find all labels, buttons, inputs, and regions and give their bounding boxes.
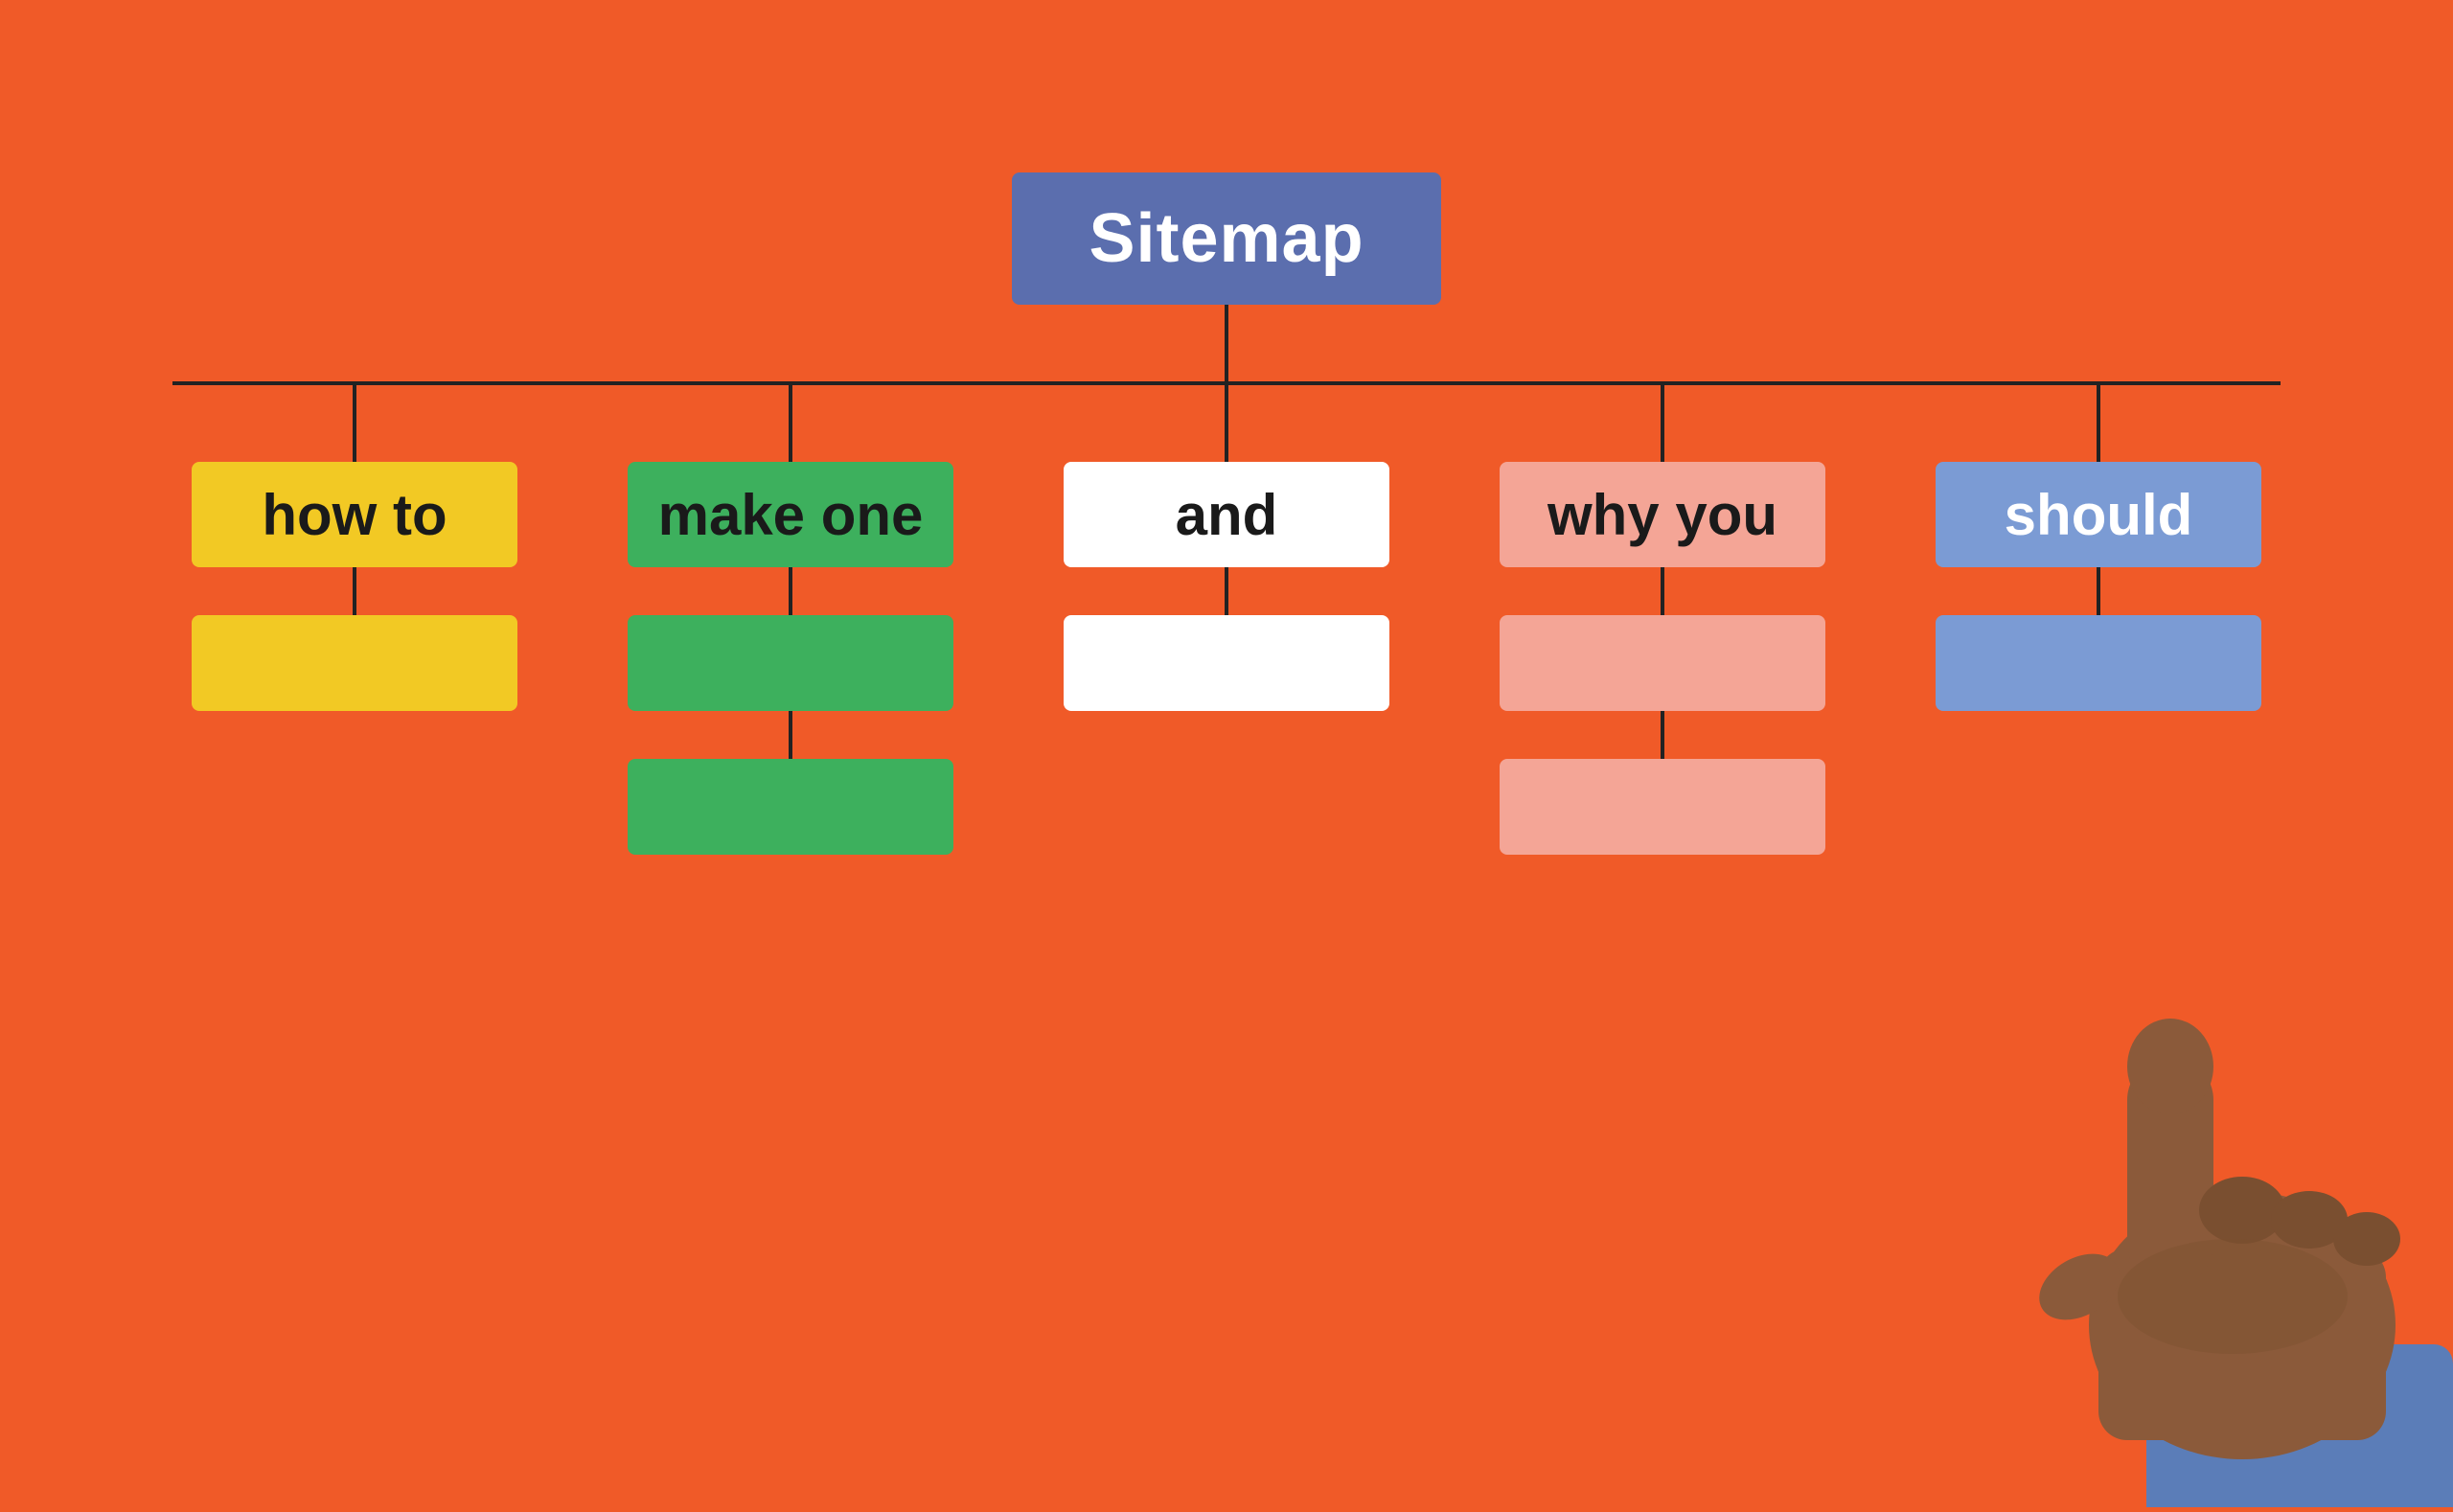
child-box-how-to: how to xyxy=(192,462,517,567)
child-box-and: and xyxy=(1064,462,1389,567)
branch-connector-2 xyxy=(789,385,792,462)
sub-children-5 xyxy=(1936,567,2261,711)
sub-conn-4-2 xyxy=(1661,711,1664,759)
horizontal-line-wrapper xyxy=(172,381,2281,385)
branch-how-to: how to xyxy=(172,385,537,711)
sub-conn-4-1 xyxy=(1661,567,1664,615)
horizontal-line xyxy=(172,381,2281,385)
root-connector xyxy=(1225,305,1228,381)
child-label-and: and xyxy=(1176,482,1278,548)
branch-connector-1 xyxy=(353,385,356,462)
hand-illustration xyxy=(1878,884,2453,1507)
sub-children-2 xyxy=(628,567,953,855)
child-label-why-you: why you xyxy=(1547,482,1777,548)
child-box-make-one: make one xyxy=(628,462,953,567)
child-box-why-you: why you xyxy=(1500,462,1825,567)
child-label-how-to: how to xyxy=(262,482,447,548)
branch-make-one: make one xyxy=(608,385,973,855)
branches-row: how to make one and xyxy=(172,385,2281,855)
child-box-should: should xyxy=(1936,462,2261,567)
diagram-container: Sitemap how to make one xyxy=(125,172,2328,855)
root-node: Sitemap xyxy=(1012,172,1440,305)
child-label-should: should xyxy=(2005,482,2193,548)
branch-connector-5 xyxy=(2097,385,2100,462)
hand-svg xyxy=(1878,884,2453,1507)
branch-why-you: why you xyxy=(1480,385,1845,855)
branch-connector-4 xyxy=(1661,385,1664,462)
branch-and: and xyxy=(1044,385,1409,711)
sub-children-4 xyxy=(1500,567,1825,855)
sub-conn-3-1 xyxy=(1225,567,1228,615)
sub-conn-2-2 xyxy=(789,711,792,759)
sub-children-1 xyxy=(192,567,517,711)
sub-box-4-2 xyxy=(1500,759,1825,855)
branch-connector-3 xyxy=(1225,385,1228,462)
sub-box-2-1 xyxy=(628,615,953,711)
branch-should: should xyxy=(1916,385,2281,711)
sub-conn-2-1 xyxy=(789,567,792,615)
sub-box-4-1 xyxy=(1500,615,1825,711)
child-label-make-one: make one xyxy=(658,482,924,548)
sub-conn-5-1 xyxy=(2097,567,2100,615)
sub-box-2-2 xyxy=(628,759,953,855)
sub-conn-1-1 xyxy=(353,567,356,615)
root-label: Sitemap xyxy=(1089,199,1364,278)
sub-box-3-1 xyxy=(1064,615,1389,711)
sub-children-3 xyxy=(1064,567,1389,711)
sub-box-5-1 xyxy=(1936,615,2261,711)
sub-box-1-1 xyxy=(192,615,517,711)
